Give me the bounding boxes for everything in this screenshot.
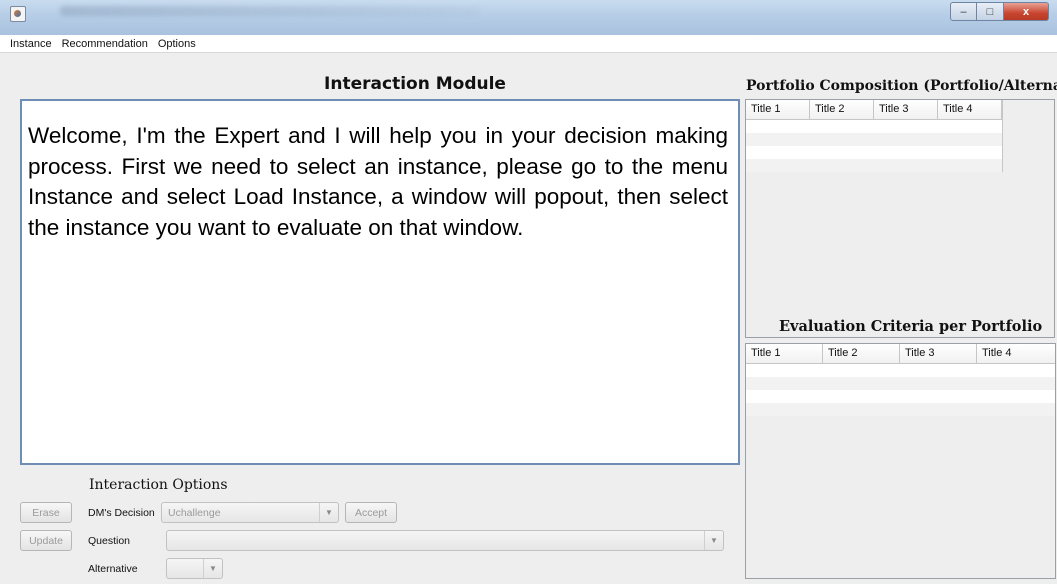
column-header[interactable]: Title 3 <box>874 100 938 119</box>
interaction-options-label: Interaction Options <box>89 477 228 493</box>
chevron-down-icon: ▼ <box>319 503 338 522</box>
question-select[interactable]: ▼ <box>166 530 724 551</box>
expert-message-area[interactable]: Welcome, I'm the Expert and I will help … <box>20 99 740 465</box>
question-label: Question <box>88 535 131 547</box>
evaluation-criteria-table[interactable]: Title 1 Title 2 Title 3 Title 4 <box>745 343 1056 579</box>
portfolio-composition-title: Portfolio Composition (Portfolio/Alterna… <box>746 78 1057 94</box>
evaluation-criteria-title: Evaluation Criteria per Portfolio <box>779 318 1043 335</box>
alternative-label: Alternative <box>88 563 138 575</box>
update-button[interactable]: Update <box>20 530 72 551</box>
column-header[interactable]: Title 3 <box>900 344 977 363</box>
column-header[interactable]: Title 4 <box>938 100 1002 119</box>
table-row[interactable] <box>746 377 1055 390</box>
chevron-down-icon: ▼ <box>704 531 723 550</box>
java-app-icon <box>10 6 26 22</box>
table-header: Title 1 Title 2 Title 3 Title 4 <box>746 344 1055 364</box>
accept-button[interactable]: Accept <box>345 502 397 523</box>
menu-options[interactable]: Options <box>155 38 199 50</box>
erase-button[interactable]: Erase <box>20 502 72 523</box>
window-controls: – □ x <box>950 2 1049 21</box>
table-row[interactable] <box>746 120 1002 133</box>
dm-decision-select[interactable]: Uchallenge ▼ <box>161 502 339 523</box>
dm-decision-value: Uchallenge <box>168 506 221 519</box>
column-header[interactable]: Title 1 <box>746 344 823 363</box>
blurred-title-area <box>60 6 480 16</box>
column-header[interactable]: Title 2 <box>810 100 874 119</box>
portfolio-composition-table[interactable]: Title 1 Title 2 Title 3 Title 4 <box>745 99 1055 338</box>
menu-instance[interactable]: Instance <box>7 38 55 50</box>
portfolio-table-grid: Title 1 Title 2 Title 3 Title 4 <box>746 100 1003 172</box>
table-row[interactable] <box>746 390 1055 403</box>
column-header[interactable]: Title 1 <box>746 100 810 119</box>
menu-recommendation[interactable]: Recommendation <box>59 38 151 50</box>
column-header[interactable]: Title 4 <box>977 344 1055 363</box>
column-header[interactable]: Title 2 <box>823 344 900 363</box>
table-row[interactable] <box>746 403 1055 416</box>
dm-decision-label: DM's Decision <box>88 507 155 519</box>
close-icon[interactable]: x <box>1004 2 1049 21</box>
menu-bar: Instance Recommendation Options <box>0 35 1057 53</box>
interaction-module-title: Interaction Module <box>324 74 506 94</box>
chevron-down-icon: ▼ <box>203 559 222 578</box>
table-row[interactable] <box>746 146 1002 159</box>
maximize-icon[interactable]: □ <box>977 2 1004 21</box>
alternative-select[interactable]: ▼ <box>166 558 223 579</box>
table-row[interactable] <box>746 364 1055 377</box>
minimize-icon[interactable]: – <box>950 2 977 21</box>
table-header: Title 1 Title 2 Title 3 Title 4 <box>746 100 1002 120</box>
window-title-bar[interactable]: – □ x <box>0 0 1057 36</box>
table-row[interactable] <box>746 159 1002 172</box>
table-row[interactable] <box>746 133 1002 146</box>
expert-message-text: Welcome, I'm the Expert and I will help … <box>28 123 728 240</box>
